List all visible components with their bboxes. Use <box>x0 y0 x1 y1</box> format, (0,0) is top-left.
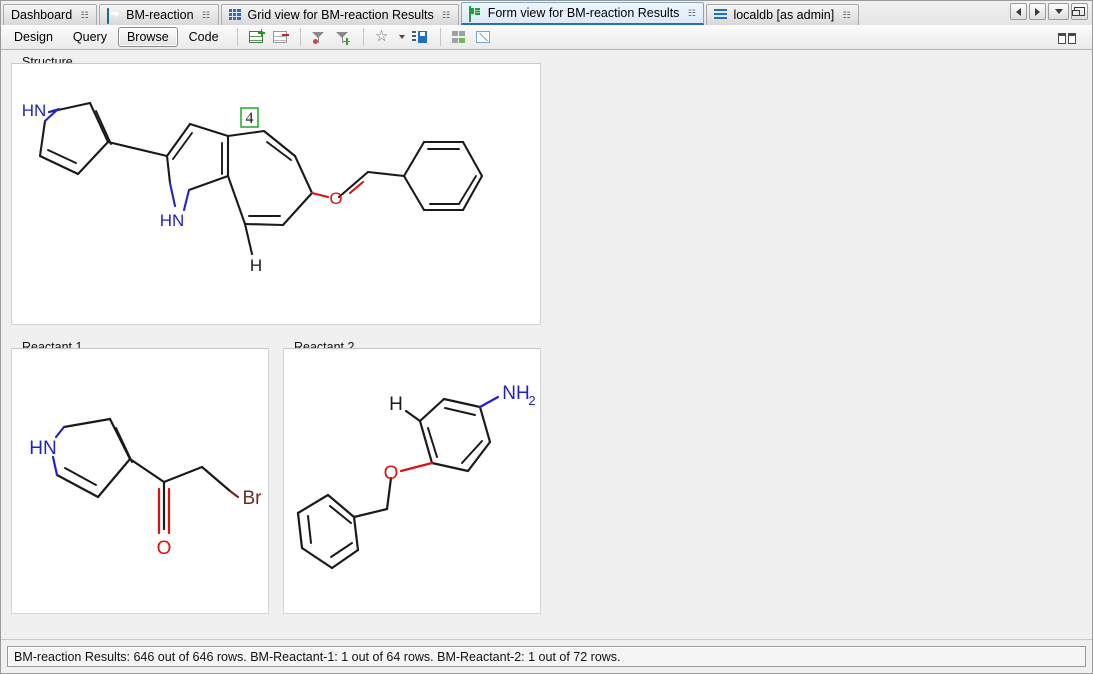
mode-design-button[interactable]: Design <box>5 27 62 47</box>
tab-grid-view[interactable]: Grid view for BM-reaction Results ☷ <box>221 4 459 25</box>
reactant2-canvas[interactable]: H O NH 2 <box>283 348 541 614</box>
chevron-down-icon <box>1055 9 1063 14</box>
form-icon <box>469 7 483 19</box>
main-toolbar: Design Query Browse Code ☆ <box>1 25 1092 50</box>
toolbar-separator <box>237 28 238 46</box>
mode-query-button[interactable]: Query <box>64 27 116 47</box>
restore-window-icon <box>1074 7 1085 16</box>
favorites-dropdown-button[interactable] <box>395 27 407 47</box>
reactant2-depiction: H O NH 2 <box>284 349 540 613</box>
tab-close-icon[interactable]: ☷ <box>441 11 452 20</box>
tab-dashboard[interactable]: Dashboard ☷ <box>3 4 97 25</box>
mode-browse-button[interactable]: Browse <box>118 27 178 47</box>
atom-label-hn: HN <box>160 211 185 230</box>
atom-label-h: H <box>250 256 262 275</box>
mode-code-button[interactable]: Code <box>180 27 228 47</box>
grid-delete-icon <box>273 31 287 43</box>
layout-button[interactable] <box>448 27 470 47</box>
favorites-button[interactable]: ☆ <box>371 27 393 47</box>
grid-add-icon <box>249 31 263 43</box>
export-button[interactable] <box>472 27 494 47</box>
chevron-left-icon <box>1016 8 1021 16</box>
filter-dot-icon <box>312 31 325 44</box>
structure-depiction: HN HN O H 4 <box>12 64 540 324</box>
scroll-tabs-left-button[interactable] <box>1010 3 1027 20</box>
tab-bm-reaction[interactable]: BM-reaction ☷ <box>99 4 218 25</box>
atom-label-h: H <box>389 394 403 415</box>
add-filter-button[interactable] <box>332 27 354 47</box>
atom-label-nh: NH <box>502 383 529 404</box>
add-row-button[interactable] <box>245 27 267 47</box>
atom-map-label-4: 4 <box>241 108 258 127</box>
tab-label: localdb [as admin] <box>733 8 838 22</box>
reactant2-panel: Reactant 2 <box>283 342 541 614</box>
reactant1-depiction: HN O Br <box>12 349 268 613</box>
filter-plus-icon <box>336 31 349 44</box>
tab-form-view[interactable]: Form view for BM-reaction Results ☷ <box>461 2 705 25</box>
two-page-view-button[interactable] <box>1056 27 1078 47</box>
quad-layout-icon <box>452 31 465 43</box>
list-save-icon <box>412 31 427 43</box>
atom-label-o: O <box>157 538 172 559</box>
status-message: BM-reaction Results: 646 out of 646 rows… <box>7 646 1086 667</box>
tab-bar-controls <box>1010 3 1088 20</box>
chevron-down-icon <box>399 35 405 39</box>
tab-close-icon[interactable]: ☷ <box>79 11 90 20</box>
tab-label: BM-reaction <box>126 8 197 22</box>
atom-label-hn: HN <box>22 101 47 120</box>
delete-row-button[interactable] <box>269 27 291 47</box>
atom-label-hn: HN <box>29 438 56 459</box>
restore-window-button[interactable] <box>1071 3 1088 20</box>
tab-label: Dashboard <box>11 8 76 22</box>
atom-label-o: O <box>384 463 399 484</box>
chevron-right-icon <box>1035 8 1040 16</box>
book-view-icon <box>1058 31 1077 44</box>
star-icon: ☆ <box>375 30 388 44</box>
tab-close-icon[interactable]: ☷ <box>841 11 852 20</box>
atom-label-br: Br <box>243 488 263 509</box>
svg-text:4: 4 <box>246 110 254 127</box>
reaction-arrow-icon <box>107 9 121 21</box>
structure-canvas[interactable]: HN HN O H 4 <box>11 63 541 325</box>
tab-bar: Dashboard ☷ BM-reaction ☷ Grid view for … <box>1 1 1092 26</box>
toolbar-separator <box>363 28 364 46</box>
toolbar-separator <box>300 28 301 46</box>
tab-close-icon[interactable]: ☷ <box>686 9 697 18</box>
reactant1-canvas[interactable]: HN O Br <box>11 348 269 614</box>
tab-label: Form view for BM-reaction Results <box>488 6 684 20</box>
reactant1-panel: Reactant 1 <box>11 342 269 614</box>
structure-panel: Structure <box>11 57 541 325</box>
atom-label-nh2-subscript: 2 <box>528 393 535 408</box>
toolbar-separator <box>440 28 441 46</box>
save-list-button[interactable] <box>409 27 431 47</box>
status-bar: BM-reaction Results: 646 out of 646 rows… <box>1 639 1092 673</box>
atom-label-o: O <box>329 189 342 208</box>
application-window: Dashboard ☷ BM-reaction ☷ Grid view for … <box>0 0 1093 674</box>
tab-close-icon[interactable]: ☷ <box>201 11 212 20</box>
grid-icon <box>229 9 243 21</box>
filter-current-button[interactable] <box>308 27 330 47</box>
export-icon <box>476 31 490 43</box>
tab-list-dropdown-button[interactable] <box>1048 3 1069 20</box>
tab-label: Grid view for BM-reaction Results <box>248 8 438 22</box>
database-icon <box>714 9 728 21</box>
scroll-tabs-right-button[interactable] <box>1029 3 1046 20</box>
tab-localdb[interactable]: localdb [as admin] ☷ <box>706 4 859 25</box>
